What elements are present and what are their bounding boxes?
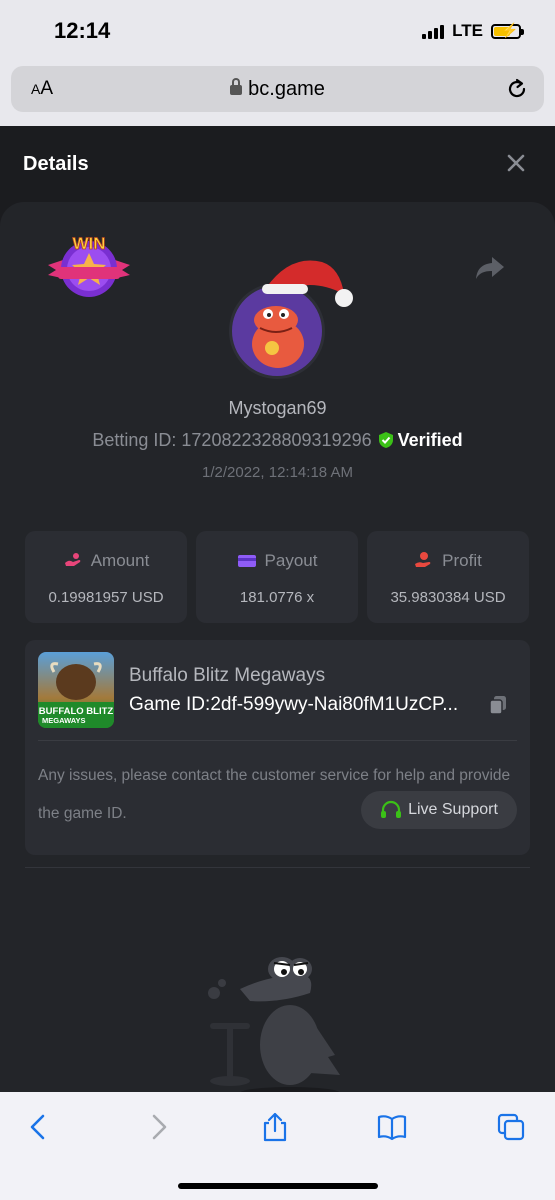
amount-value: 0.19981957 USD (48, 589, 164, 606)
thumb-subtitle: MEGAWAYS (42, 716, 85, 725)
reload-icon[interactable] (504, 76, 530, 102)
modal-header: Details (0, 126, 555, 202)
lock-icon (230, 78, 243, 95)
back-icon[interactable] (24, 1112, 54, 1142)
card-divider (38, 740, 517, 741)
address-bar[interactable]: AA bc.game (11, 66, 544, 112)
signal-icon (422, 23, 445, 39)
payout-stat: Payout 181.0776 x (196, 531, 358, 623)
share-sheet-icon[interactable] (260, 1112, 290, 1142)
battery-icon: ⚡ (491, 22, 524, 39)
santa-hat-icon (262, 260, 353, 307)
verified-shield-icon (378, 432, 393, 448)
betting-id-value: 1720822328809319296 (181, 430, 372, 450)
game-thumbnail[interactable]: BUFFALO BLITZ MEGAWAYS (38, 652, 114, 728)
network-label: LTE (452, 21, 483, 40)
payout-icon (237, 555, 256, 567)
section-divider (25, 867, 530, 868)
share-icon[interactable] (474, 254, 506, 282)
payout-value: 181.0776 x (239, 589, 315, 606)
win-badge-icon: WIN (48, 234, 130, 297)
profit-label: Profit (442, 551, 482, 570)
status-time: 12:14 (54, 18, 111, 43)
profit-icon (415, 552, 431, 567)
url-field[interactable]: bc.game (11, 78, 544, 101)
tabs-icon[interactable] (496, 1112, 526, 1142)
game-name[interactable]: Buffalo Blitz Megaways (129, 665, 325, 687)
bookmarks-icon[interactable] (377, 1112, 407, 1142)
home-indicator (178, 1183, 378, 1189)
profit-value: 35.9830384 USD (390, 589, 506, 606)
game-id: Game ID:2df-599ywy-Nai80fM1UzCP... (129, 694, 459, 715)
bet-datetime: 1/2/2022, 12:14:18 AM (202, 464, 353, 481)
crocodile-mascot-icon (208, 957, 340, 1095)
amount-label: Amount (90, 551, 150, 570)
live-support-button[interactable]: Live Support (361, 791, 517, 829)
verified-label: Verified (397, 430, 463, 450)
headset-icon (381, 800, 402, 818)
forward-icon[interactable] (143, 1112, 173, 1142)
payout-label: Payout (264, 551, 318, 570)
amount-stat: Amount 0.19981957 USD (25, 531, 187, 623)
betting-id-line: Betting ID: 1720822328809319296 Verified (0, 430, 555, 451)
betting-id-label: Betting ID: (92, 430, 177, 450)
amount-icon (64, 553, 81, 566)
username: Mystogan69 (228, 398, 327, 418)
close-icon[interactable] (505, 152, 527, 174)
live-support-label: Live Support (408, 801, 498, 818)
copy-icon[interactable] (487, 694, 509, 716)
profit-stat: Profit 35.9830384 USD (367, 531, 529, 623)
win-badge-text: WIN (72, 234, 105, 253)
status-indicators: LTE ⚡ (422, 21, 524, 41)
modal-title: Details (23, 153, 89, 175)
